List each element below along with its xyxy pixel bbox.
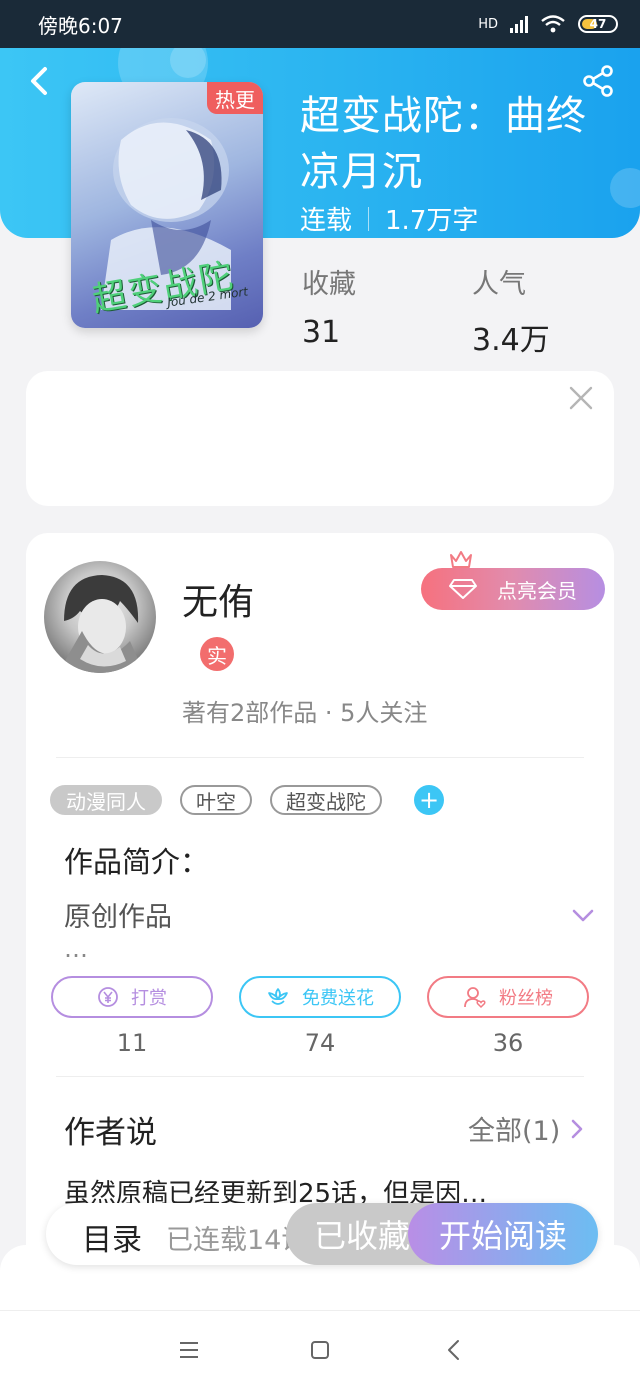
favorites-value: 31 — [302, 315, 341, 350]
favorites-label: 收藏 — [302, 269, 356, 300]
tag-item[interactable]: 叶空 — [180, 785, 252, 815]
fan-ranking-label: 粉丝榜 — [499, 988, 553, 1009]
reward-count: 11 — [116, 1029, 148, 1057]
start-reading-button[interactable]: 开始阅读 — [408, 1203, 598, 1265]
crown-icon — [450, 551, 472, 568]
author-stats: 著有2部作品 · 5人关注 — [182, 699, 428, 727]
book-title: 超变战陀：曲终凉月沉 — [300, 93, 587, 195]
intro-title: 作品简介： — [64, 845, 210, 879]
intro-text: 原创作品 — [64, 902, 172, 933]
back-arrow-icon[interactable] — [440, 1335, 470, 1365]
favorites-stat: 收藏 31 — [302, 262, 356, 350]
chevron-down-icon[interactable] — [572, 909, 594, 923]
square-icon[interactable] — [305, 1335, 335, 1365]
author-name[interactable]: 无侑 — [182, 573, 254, 625]
vip-label: 点亮会员 — [497, 578, 577, 603]
book-detail-card: 无侑 实 著有2部作品 · 5人关注 点亮会员 动漫同人 叶空 超变战陀 + 作… — [26, 533, 614, 1293]
popularity-value: 3.4万 — [472, 323, 550, 358]
reward-label: 打赏 — [131, 988, 167, 1009]
chevron-right-icon — [571, 1119, 583, 1138]
popularity-stat: 人气 3.4万 — [472, 262, 550, 359]
status-time: 傍晚6:07 — [38, 13, 123, 38]
close-icon[interactable] — [568, 385, 594, 411]
diamond-icon — [449, 579, 477, 599]
reward-button[interactable]: 打赏 — [51, 976, 213, 1018]
send-flower-label: 免费送花 — [302, 988, 374, 1009]
divider — [56, 1076, 584, 1077]
popularity-label: 人气 — [472, 269, 526, 300]
all-label: 全部(1) — [468, 1116, 561, 1147]
book-cover[interactable]: 热更 超变战陀 Jou de 2 mort — [71, 82, 263, 328]
author-says-all-link[interactable]: 全部(1) — [468, 1109, 584, 1148]
serial-status: 连载 — [300, 206, 353, 236]
status-bar: 傍晚6:07 HD 47 — [0, 0, 640, 48]
status-icons: HD 47 — [478, 14, 618, 34]
intro-ellipsis: … — [64, 935, 88, 963]
word-count: 1.7万字 — [385, 206, 479, 236]
flower-icon — [268, 988, 288, 1005]
author-says-title: 作者说 — [64, 1115, 157, 1151]
fan-icon — [464, 987, 486, 1009]
tag-item[interactable]: 动漫同人 — [50, 785, 162, 815]
real-name-badge: 实 — [200, 637, 234, 671]
meta-divider — [368, 206, 370, 231]
hot-update-tag: 热更 — [207, 82, 263, 114]
toc-button[interactable]: 目录 — [82, 1215, 142, 1259]
fan-count: 36 — [492, 1029, 524, 1057]
chevron-left-icon[interactable] — [26, 66, 54, 96]
battery-icon: 47 — [578, 15, 618, 33]
tag-item[interactable]: 超变战陀 — [270, 785, 382, 815]
divider — [56, 757, 584, 758]
avatar[interactable] — [44, 561, 156, 673]
tag-list: 动漫同人 叶空 超变战陀 + — [50, 785, 444, 815]
serial-count: 已连载14话 — [166, 1225, 296, 1256]
avatar-illustration — [58, 575, 144, 673]
signal-icon — [510, 15, 528, 33]
yen-icon — [98, 987, 118, 1007]
system-nav-bar — [0, 1310, 640, 1387]
book-meta: 连载 1.7万字 — [300, 200, 478, 237]
battery-level: 47 — [589, 17, 607, 31]
ad-card[interactable] — [26, 371, 614, 506]
flower-count: 74 — [304, 1029, 336, 1057]
menu-icon[interactable] — [174, 1335, 204, 1365]
fan-ranking-button[interactable]: 粉丝榜 — [427, 976, 589, 1018]
send-flower-button[interactable]: 免费送花 — [239, 976, 401, 1018]
wifi-icon — [541, 15, 565, 33]
network-label: HD — [478, 16, 498, 32]
add-tag-button[interactable]: + — [414, 785, 444, 815]
reading-action-bar: 目录 已连载14话 已收藏 开始阅读 — [46, 1203, 598, 1265]
vip-button[interactable]: 点亮会员 — [421, 568, 605, 610]
